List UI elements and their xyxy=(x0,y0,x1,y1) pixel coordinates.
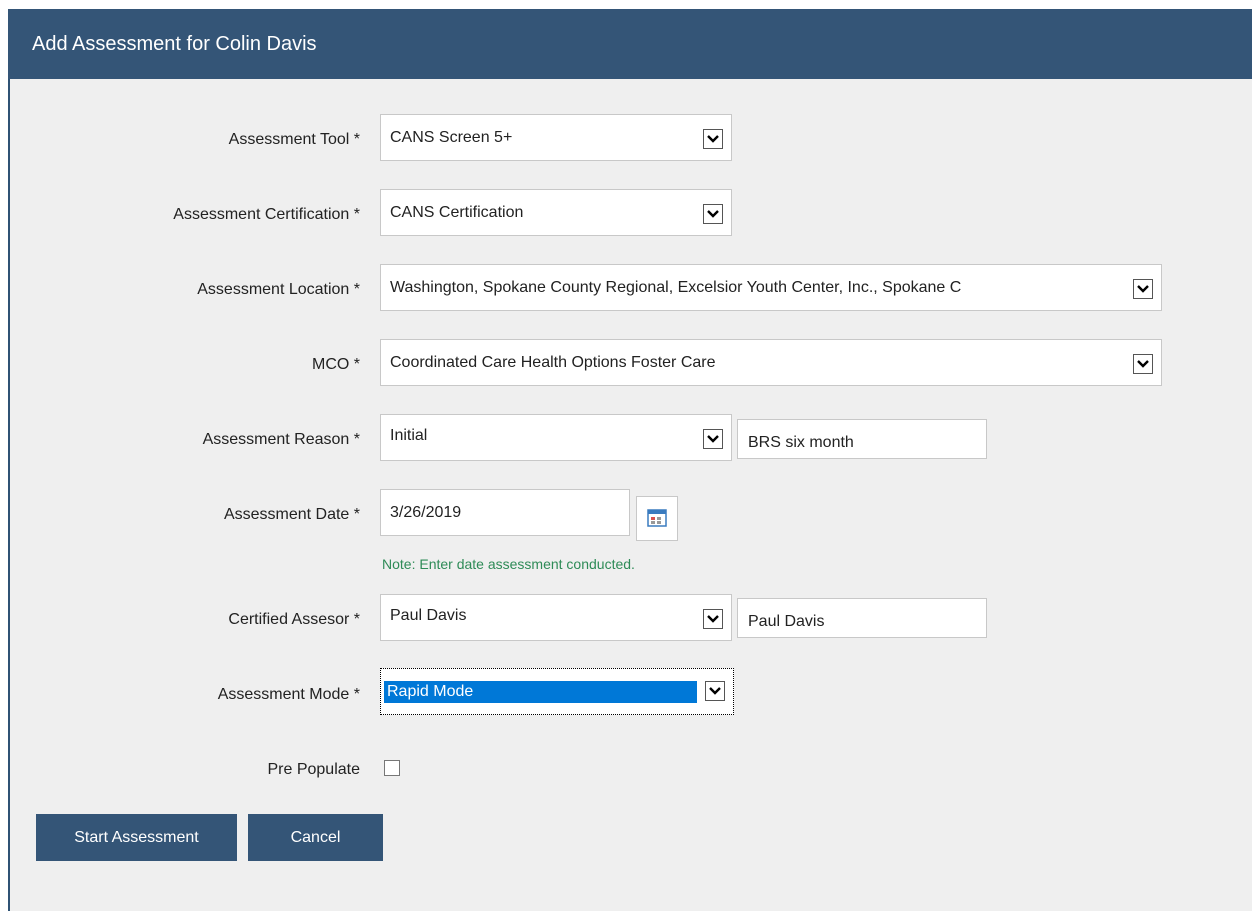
chevron-down-icon[interactable] xyxy=(703,204,723,224)
pre-populate-checkbox[interactable] xyxy=(384,760,400,776)
assessment-mode-value: Rapid Mode xyxy=(384,681,697,703)
dialog-title: Add Assessment for Colin Davis xyxy=(8,9,1252,79)
assessment-reason-select[interactable]: Initial xyxy=(380,414,732,461)
assessment-date-note: Note: Enter date assessment conducted. xyxy=(382,556,635,572)
certified-assessor-value: Paul Davis xyxy=(390,607,467,624)
chevron-down-icon[interactable] xyxy=(1133,279,1153,299)
assessment-certification-label: Assessment Certification * xyxy=(173,206,360,223)
assessment-reason-detail-value: BRS six month xyxy=(748,434,854,451)
chevron-down-icon[interactable] xyxy=(705,681,725,701)
mco-label: MCO * xyxy=(312,356,360,373)
start-assessment-button[interactable]: Start Assessment xyxy=(36,814,237,861)
assessment-certification-value: CANS Certification xyxy=(390,204,524,221)
assessment-reason-detail[interactable]: BRS six month xyxy=(737,419,987,459)
calendar-icon xyxy=(647,509,667,527)
assessment-location-label: Assessment Location * xyxy=(197,281,360,298)
cancel-button[interactable]: Cancel xyxy=(248,814,383,861)
certified-assessor-detail-value: Paul Davis xyxy=(748,613,825,630)
pre-populate-label: Pre Populate xyxy=(267,761,360,778)
assessment-date-label: Assessment Date * xyxy=(223,506,360,523)
add-assessment-dialog: Add Assessment for Colin Davis Assessmen… xyxy=(8,9,1252,911)
assessment-date-value: 3/26/2019 xyxy=(390,504,462,521)
chevron-down-icon[interactable] xyxy=(1133,354,1153,374)
assessment-mode-select[interactable]: Rapid Mode xyxy=(380,668,734,715)
assessment-certification-select[interactable]: CANS Certification xyxy=(380,189,732,236)
assessment-location-value: Washington, Spokane County Regional, Exc… xyxy=(390,279,962,296)
assessment-location-select[interactable]: Washington, Spokane County Regional, Exc… xyxy=(380,264,1162,311)
assessment-date-input[interactable]: 3/26/2019 xyxy=(380,489,630,536)
chevron-down-icon[interactable] xyxy=(703,129,723,149)
mco-value: Coordinated Care Health Options Foster C… xyxy=(390,354,716,371)
assessment-tool-value: CANS Screen 5+ xyxy=(390,129,513,146)
assessment-tool-select[interactable]: CANS Screen 5+ xyxy=(380,114,732,161)
certified-assessor-label: Certified Assesor * xyxy=(228,611,360,628)
calendar-button[interactable] xyxy=(636,496,678,541)
assessment-reason-label: Assessment Reason * xyxy=(202,431,360,448)
mco-select[interactable]: Coordinated Care Health Options Foster C… xyxy=(380,339,1162,386)
chevron-down-icon[interactable] xyxy=(703,609,723,629)
certified-assessor-detail[interactable]: Paul Davis xyxy=(737,598,987,638)
certified-assessor-select[interactable]: Paul Davis xyxy=(380,594,732,641)
chevron-down-icon[interactable] xyxy=(703,429,723,449)
assessment-reason-value: Initial xyxy=(390,427,428,444)
assessment-mode-label: Assessment Mode * xyxy=(217,686,360,703)
assessment-tool-label: Assessment Tool * xyxy=(228,131,360,148)
